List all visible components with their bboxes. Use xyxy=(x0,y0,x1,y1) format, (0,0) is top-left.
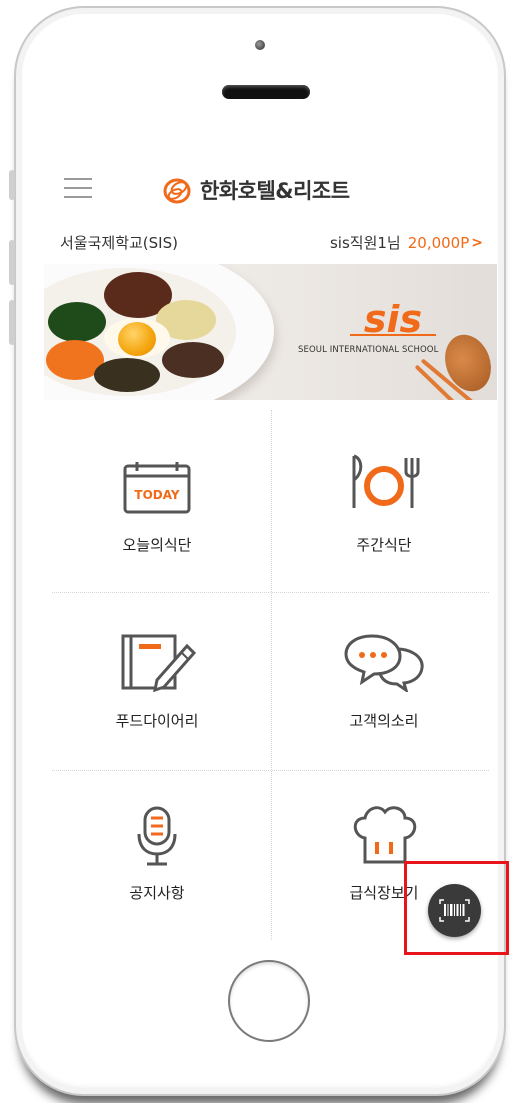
side-button-volume-down xyxy=(9,300,15,345)
chef-hat-icon xyxy=(353,806,417,864)
calendar-today-icon: TODAY xyxy=(123,462,191,514)
points-balance: 20,000P xyxy=(407,233,470,252)
menu-grid: TODAY 오늘의식단 주간식단 푸드다이어리 고객의소리 공지사항 급식장보기 xyxy=(44,400,497,950)
brand: 한화호텔&리조트 xyxy=(162,175,350,205)
promo-banner[interactable]: sis SEOUL INTERNATIONAL SCHOOL xyxy=(44,264,497,400)
barcode-scan-button[interactable] xyxy=(428,884,481,937)
user-name: sis직원1님 xyxy=(329,234,401,252)
menu-item-label: 공지사항 xyxy=(129,884,185,902)
menu-item-notices[interactable]: 공지사항 xyxy=(44,788,270,950)
front-camera xyxy=(255,40,265,50)
menu-item-food-diary[interactable]: 푸드다이어리 xyxy=(44,612,270,790)
app-header: 한화호텔&리조트 xyxy=(44,148,497,236)
side-button-volume-up xyxy=(9,240,15,285)
chat-bubbles-icon xyxy=(344,634,424,692)
svg-text:sis: sis xyxy=(364,304,422,338)
menu-item-label: 주간식단 xyxy=(356,536,412,554)
spinach-topping xyxy=(48,302,106,342)
school-name: 서울국제학교(SIS) xyxy=(60,234,178,252)
fork-plate-knife-icon xyxy=(352,454,420,508)
user-points-link[interactable]: sis직원1님 20,000P > xyxy=(330,232,483,253)
menu-item-customer-voice[interactable]: 고객의소리 xyxy=(271,612,497,790)
home-button[interactable] xyxy=(228,960,310,1042)
user-info-bar: 서울국제학교(SIS) sis직원1님 20,000P > xyxy=(44,232,497,260)
brand-name: 한화호텔&리조트 xyxy=(200,179,350,203)
app-screen: 한화호텔&리조트 서울국제학교(SIS) sis직원1님 20,000P > s… xyxy=(44,148,497,950)
notebook-pen-icon xyxy=(121,634,197,692)
hamburger-menu-icon[interactable] xyxy=(64,178,92,198)
chevron-right-icon: > xyxy=(471,234,483,251)
wooden-spoon xyxy=(437,328,497,398)
menu-item-label: 푸드다이어리 xyxy=(115,712,199,730)
egg-yolk xyxy=(118,322,156,356)
menu-item-label: 오늘의식단 xyxy=(122,536,192,554)
mushroom-topping xyxy=(162,342,224,378)
hanwha-logo-icon xyxy=(163,178,191,204)
menu-item-weekly-menu[interactable]: 주간식단 xyxy=(271,440,497,618)
side-button-mute xyxy=(9,170,15,200)
barcode-scan-icon xyxy=(439,899,470,922)
banner-caption: SEOUL INTERNATIONAL SCHOOL xyxy=(298,345,439,355)
sis-logo-icon: sis xyxy=(350,304,436,338)
menu-item-today-menu[interactable]: TODAY 오늘의식단 xyxy=(44,440,270,618)
menu-item-label: 고객의소리 xyxy=(349,712,419,730)
earpiece-speaker xyxy=(222,85,310,99)
svg-text:TODAY: TODAY xyxy=(134,488,179,502)
microphone-icon xyxy=(137,806,177,866)
fern-topping xyxy=(94,358,160,392)
